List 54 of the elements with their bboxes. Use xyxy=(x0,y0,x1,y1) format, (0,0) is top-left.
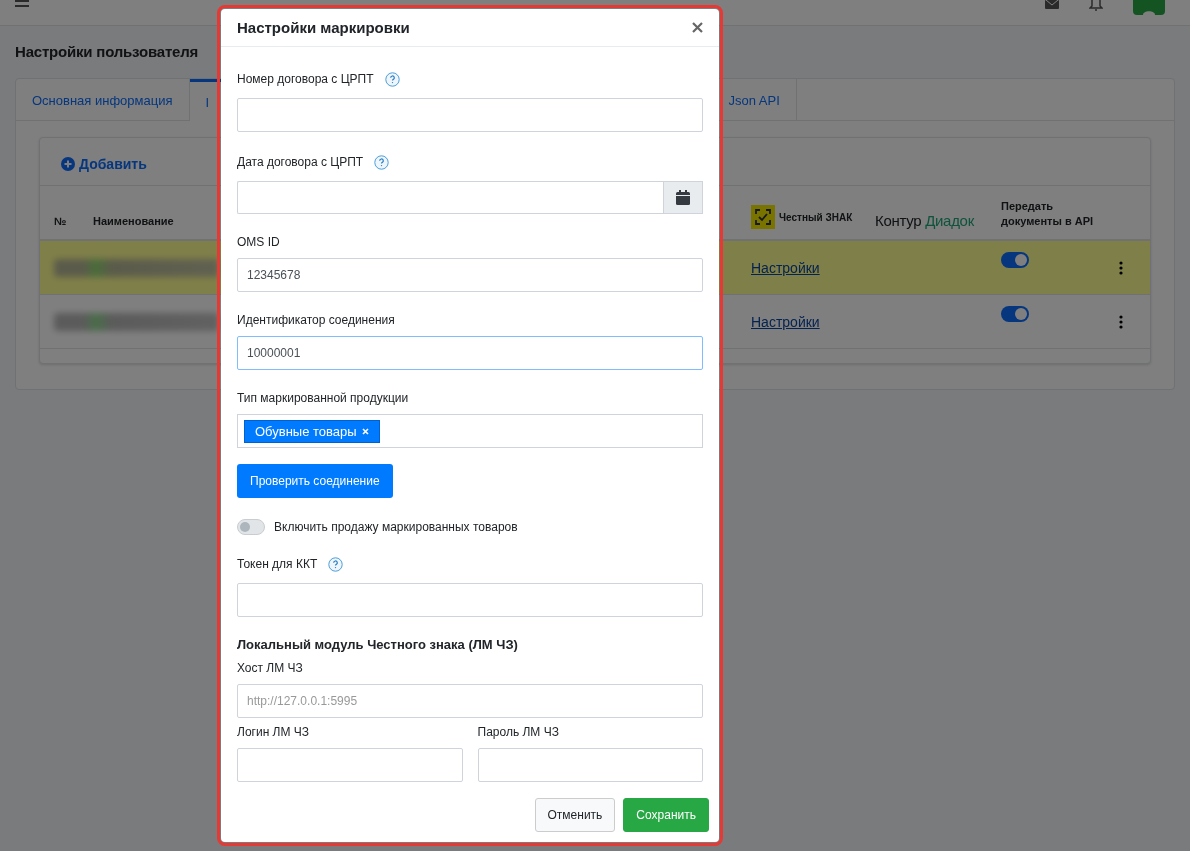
column-header: Передать документы в API xyxy=(1001,199,1095,229)
help-icon[interactable] xyxy=(328,556,344,572)
switch-label: Включить продажу маркированных товаров xyxy=(274,520,518,534)
more-icon[interactable] xyxy=(1119,260,1123,275)
field-label: Идентификатор соединения xyxy=(237,312,395,328)
toggle-switch[interactable] xyxy=(1001,252,1029,268)
field-label: Токен для ККТ xyxy=(237,556,318,572)
column-header: № xyxy=(54,214,68,229)
toggle-switch[interactable] xyxy=(1001,306,1029,322)
calendar-button[interactable] xyxy=(663,181,703,214)
bell-icon[interactable] xyxy=(1089,0,1103,11)
mail-icon[interactable] xyxy=(1045,0,1059,9)
column-header: Честный ЗНАК xyxy=(779,211,853,223)
field-label: Логин ЛМ ЧЗ xyxy=(237,724,310,740)
settings-link[interactable]: Настройки xyxy=(751,259,875,276)
text-field[interactable]: 10000001 xyxy=(237,336,703,370)
page-title: Настройки пользователя xyxy=(15,42,200,62)
field-label: Дата договора с ЦРПТ xyxy=(237,154,364,170)
help-icon[interactable] xyxy=(384,71,400,87)
date-field[interactable] xyxy=(237,181,703,214)
field-label: Номер договора с ЦРПТ xyxy=(237,71,374,87)
text-field[interactable]: 12345678 xyxy=(237,258,703,292)
plus-circle-icon xyxy=(61,156,75,171)
check-connection-button[interactable]: Проверить соединение xyxy=(237,464,393,498)
menu-icon[interactable] xyxy=(15,0,29,8)
column-header: Контур Диадок xyxy=(875,212,975,229)
save-button[interactable]: Сохранить xyxy=(623,798,709,832)
help-icon[interactable] xyxy=(374,154,390,170)
user-button[interactable] xyxy=(1133,0,1165,15)
add-label: Добавить xyxy=(79,155,147,172)
section-heading: Локальный модуль Честного знака (ЛМ ЧЗ) xyxy=(237,637,519,652)
add-button[interactable]: Добавить xyxy=(61,155,147,172)
tab[interactable]: Основная информация xyxy=(16,79,190,121)
check-frame-icon xyxy=(751,205,775,229)
text-field[interactable] xyxy=(237,583,703,617)
modal-title: Настройки маркировки xyxy=(237,19,410,36)
more-icon[interactable] xyxy=(1119,314,1123,329)
text-field[interactable] xyxy=(237,748,463,782)
remove-icon[interactable] xyxy=(361,427,369,435)
text-field[interactable] xyxy=(237,98,703,132)
settings-link[interactable]: Настройки xyxy=(751,313,875,330)
tag[interactable]: Обувные товары xyxy=(244,419,380,443)
tag-field[interactable]: Обувные товары xyxy=(237,414,703,448)
column-header: Наименование xyxy=(93,214,175,229)
field-label: Пароль ЛМ ЧЗ xyxy=(477,724,559,740)
close-icon xyxy=(692,22,703,33)
close-button[interactable] xyxy=(692,22,703,33)
cancel-button[interactable]: Отменить xyxy=(534,798,616,832)
field-label: Тип маркированной продукции xyxy=(237,390,409,406)
field-label: Хост ЛМ ЧЗ xyxy=(237,660,303,676)
calendar-icon xyxy=(676,190,690,205)
text-field[interactable] xyxy=(477,748,703,782)
toggle-switch[interactable] xyxy=(237,519,265,535)
text-field[interactable]: http://127.0.0.1:5995 xyxy=(237,684,703,718)
